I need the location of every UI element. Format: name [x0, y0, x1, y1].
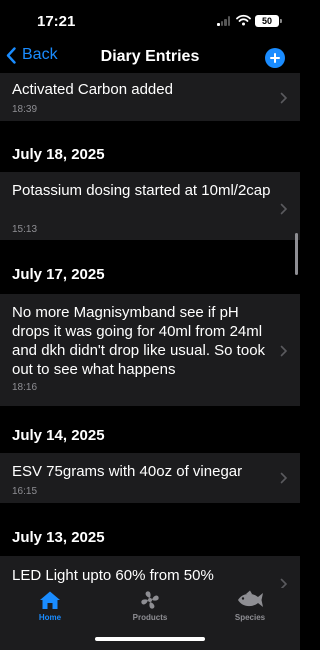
diary-entry[interactable]: Activated Carbon added 18:39 — [0, 73, 300, 121]
battery-icon: 50 — [255, 15, 282, 27]
fan-icon — [141, 591, 159, 609]
tab-label: Home — [38, 613, 62, 622]
tab-products[interactable]: Products — [100, 590, 200, 622]
chevron-right-icon — [280, 578, 288, 588]
navigation-bar: Back Diary Entries — [0, 44, 300, 72]
status-time: 17:21 — [37, 13, 76, 30]
house-icon — [40, 591, 60, 609]
diary-entry[interactable]: No more Magnisymband see if pH drops it … — [0, 294, 300, 406]
tab-home[interactable]: Home — [0, 590, 100, 622]
scroll-indicator[interactable] — [295, 233, 298, 275]
wifi-icon — [236, 14, 251, 26]
entry-time: 18:39 — [12, 104, 38, 115]
entry-time: 16:15 — [12, 486, 38, 497]
date-header: July 18, 2025 — [12, 146, 105, 163]
chevron-right-icon — [280, 203, 288, 215]
cellular-signal-icon — [217, 16, 231, 26]
date-header: July 13, 2025 — [12, 529, 105, 546]
tab-species[interactable]: Species — [200, 590, 300, 622]
entry-time: 18:16 — [12, 382, 38, 393]
entry-text: LED Light upto 60% from 50% — [12, 567, 214, 584]
diary-entry[interactable]: ESV 75grams with 40oz of vinegar 16:15 — [0, 453, 300, 503]
entry-text: Potassium dosing started at 10ml/2cap — [12, 182, 271, 199]
diary-entry[interactable]: LED Light upto 60% from 50% — [0, 556, 300, 588]
entry-time: 15:13 — [12, 224, 38, 235]
fish-icon — [238, 590, 263, 607]
diary-entries-list[interactable]: Activated Carbon added 18:39 July 18, 20… — [0, 73, 300, 588]
chevron-right-icon — [280, 345, 288, 357]
tab-label: Products — [132, 613, 168, 622]
diary-entry[interactable]: Potassium dosing started at 10ml/2cap 15… — [0, 172, 300, 240]
status-bar: 17:21 50 — [0, 0, 300, 44]
chevron-right-icon — [280, 92, 288, 104]
home-indicator — [95, 637, 205, 641]
tab-label: Species — [234, 613, 266, 622]
date-header: July 14, 2025 — [12, 427, 105, 444]
page-title: Diary Entries — [100, 48, 200, 65]
add-entry-button[interactable] — [265, 48, 285, 68]
chevron-right-icon — [280, 472, 288, 484]
entry-text: ESV 75grams with 40oz of vinegar — [12, 463, 243, 480]
entry-text: Activated Carbon added — [12, 81, 173, 98]
entry-text: No more Magnisymband see if pH drops it … — [12, 304, 266, 378]
date-header: July 17, 2025 — [12, 266, 105, 283]
